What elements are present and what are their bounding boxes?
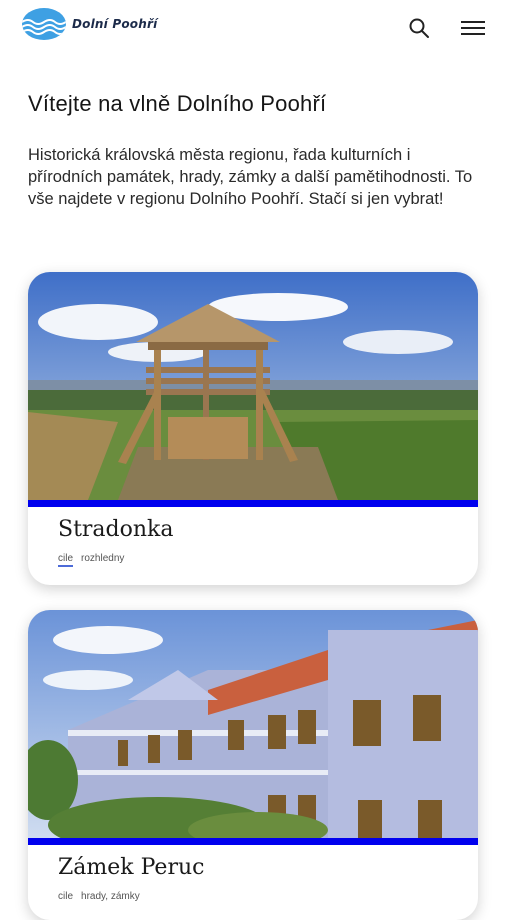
destination-card-zamek-peruc[interactable]: Zámek Peruc cile hrady, zámky <box>28 610 478 920</box>
search-button[interactable] <box>407 16 431 40</box>
site-logo[interactable]: Dolní Poohří <box>22 8 157 40</box>
card-title: Stradonka <box>58 517 174 542</box>
intro-text: Historická královská města regionu, řada… <box>28 146 473 208</box>
tag-link[interactable]: cile <box>58 891 73 903</box>
search-icon <box>409 18 429 38</box>
card-image <box>28 272 478 500</box>
card-accent-bar <box>28 500 478 507</box>
destination-card-stradonka[interactable]: Stradonka cile rozhledny <box>28 272 478 585</box>
card-image <box>28 610 478 838</box>
card-accent-bar <box>28 838 478 845</box>
card-title: Zámek Peruc <box>58 855 205 880</box>
card-tags: cile rozhledny <box>58 553 124 567</box>
tag-link[interactable]: cile <box>58 553 74 567</box>
menu-button[interactable] <box>461 17 485 39</box>
card-tags: cile hrady, zámky <box>58 891 140 903</box>
site-header: Dolní Poohří <box>0 0 507 56</box>
page-title: Vítejte na vlně Dolního Poohří <box>28 91 327 116</box>
logo-text: Dolní Poohří <box>72 17 158 31</box>
wave-logo-icon <box>22 8 66 40</box>
hamburger-menu-icon <box>461 21 485 35</box>
tag-link[interactable]: rozhledny <box>81 553 124 567</box>
tag-link[interactable]: hrady, zámky <box>81 891 140 903</box>
